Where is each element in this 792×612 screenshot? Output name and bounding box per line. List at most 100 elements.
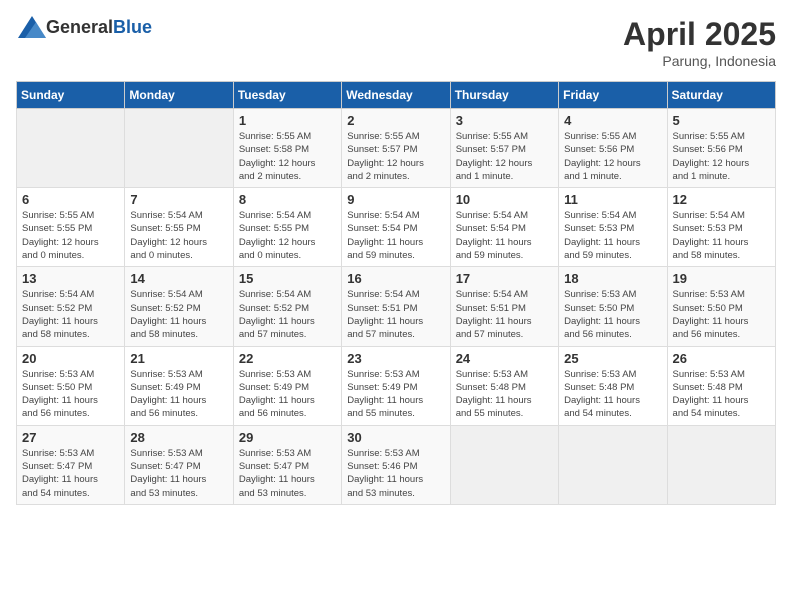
day-detail: Sunrise: 5:54 AM Sunset: 5:51 PM Dayligh… xyxy=(347,288,444,341)
day-detail: Sunrise: 5:54 AM Sunset: 5:54 PM Dayligh… xyxy=(347,209,444,262)
day-cell: 24Sunrise: 5:53 AM Sunset: 5:48 PM Dayli… xyxy=(450,346,558,425)
day-cell: 23Sunrise: 5:53 AM Sunset: 5:49 PM Dayli… xyxy=(342,346,450,425)
day-detail: Sunrise: 5:54 AM Sunset: 5:55 PM Dayligh… xyxy=(130,209,227,262)
day-number: 4 xyxy=(564,113,661,128)
day-cell: 15 Sunrise: 5:54 AM Sunset: 5:52 PM Dayli… xyxy=(233,267,341,346)
day-detail: Sunrise: 5:53 AM Sunset: 5:48 PM Dayligh… xyxy=(673,368,770,421)
day-cell: 12 Sunrise: 5:54 AM Sunset: 5:53 PM Dayli… xyxy=(667,188,775,267)
header: GeneralBlue April 2025 Parung, Indonesia xyxy=(16,16,776,69)
week-row-3: 13 Sunrise: 5:54 AM Sunset: 5:52 PM Dayli… xyxy=(17,267,776,346)
day-detail: Sunrise: 5:53 AM Sunset: 5:47 PM Dayligh… xyxy=(239,447,336,500)
day-detail: Sunrise: 5:54 AM Sunset: 5:53 PM Dayligh… xyxy=(673,209,770,262)
logo-icon xyxy=(18,16,46,38)
day-number: 25 xyxy=(564,351,661,366)
day-cell xyxy=(17,109,125,188)
col-header-wednesday: Wednesday xyxy=(342,82,450,109)
week-row-1: 1Sunrise: 5:55 AM Sunset: 5:58 PM Daylig… xyxy=(17,109,776,188)
week-row-5: 27 Sunrise: 5:53 AM Sunset: 5:47 PM Dayli… xyxy=(17,425,776,504)
day-detail: Sunrise: 5:54 AM Sunset: 5:54 PM Dayligh… xyxy=(456,209,553,262)
day-cell: 8 Sunrise: 5:54 AM Sunset: 5:55 PM Daylig… xyxy=(233,188,341,267)
day-cell: 13 Sunrise: 5:54 AM Sunset: 5:52 PM Dayli… xyxy=(17,267,125,346)
day-number: 26 xyxy=(673,351,770,366)
day-cell: 10Sunrise: 5:54 AM Sunset: 5:54 PM Dayli… xyxy=(450,188,558,267)
day-detail: Sunrise: 5:54 AM Sunset: 5:51 PM Dayligh… xyxy=(456,288,553,341)
day-detail: Sunrise: 5:53 AM Sunset: 5:47 PM Dayligh… xyxy=(22,447,119,500)
week-row-4: 20 Sunrise: 5:53 AM Sunset: 5:50 PM Dayli… xyxy=(17,346,776,425)
day-cell: 16 Sunrise: 5:54 AM Sunset: 5:51 PM Dayli… xyxy=(342,267,450,346)
day-cell: 5Sunrise: 5:55 AM Sunset: 5:56 PM Daylig… xyxy=(667,109,775,188)
day-cell: 27 Sunrise: 5:53 AM Sunset: 5:47 PM Dayli… xyxy=(17,425,125,504)
day-number: 16 xyxy=(347,271,444,286)
day-detail: Sunrise: 5:54 AM Sunset: 5:52 PM Dayligh… xyxy=(22,288,119,341)
day-number: 29 xyxy=(239,430,336,445)
day-number: 20 xyxy=(22,351,119,366)
day-detail: Sunrise: 5:53 AM Sunset: 5:50 PM Dayligh… xyxy=(22,368,119,421)
day-cell: 11 Sunrise: 5:54 AM Sunset: 5:53 PM Dayli… xyxy=(559,188,667,267)
day-number: 18 xyxy=(564,271,661,286)
col-header-monday: Monday xyxy=(125,82,233,109)
calendar-title: April 2025 xyxy=(623,16,776,53)
calendar-header: SundayMondayTuesdayWednesdayThursdayFrid… xyxy=(17,82,776,109)
logo: GeneralBlue xyxy=(16,16,152,38)
day-detail: Sunrise: 5:54 AM Sunset: 5:52 PM Dayligh… xyxy=(239,288,336,341)
day-detail: Sunrise: 5:54 AM Sunset: 5:52 PM Dayligh… xyxy=(130,288,227,341)
day-cell: 1Sunrise: 5:55 AM Sunset: 5:58 PM Daylig… xyxy=(233,109,341,188)
logo-blue: Blue xyxy=(113,17,152,37)
day-number: 8 xyxy=(239,192,336,207)
col-header-friday: Friday xyxy=(559,82,667,109)
week-row-2: 6 Sunrise: 5:55 AM Sunset: 5:55 PM Daylig… xyxy=(17,188,776,267)
col-header-saturday: Saturday xyxy=(667,82,775,109)
day-number: 21 xyxy=(130,351,227,366)
day-detail: Sunrise: 5:55 AM Sunset: 5:57 PM Dayligh… xyxy=(456,130,553,183)
day-detail: Sunrise: 5:55 AM Sunset: 5:55 PM Dayligh… xyxy=(22,209,119,262)
day-number: 22 xyxy=(239,351,336,366)
day-cell: 6 Sunrise: 5:55 AM Sunset: 5:55 PM Daylig… xyxy=(17,188,125,267)
day-detail: Sunrise: 5:55 AM Sunset: 5:57 PM Dayligh… xyxy=(347,130,444,183)
day-number: 12 xyxy=(673,192,770,207)
day-cell: 17 Sunrise: 5:54 AM Sunset: 5:51 PM Dayli… xyxy=(450,267,558,346)
day-cell: 22 Sunrise: 5:53 AM Sunset: 5:49 PM Dayli… xyxy=(233,346,341,425)
day-detail: Sunrise: 5:53 AM Sunset: 5:50 PM Dayligh… xyxy=(564,288,661,341)
day-cell: 14 Sunrise: 5:54 AM Sunset: 5:52 PM Dayli… xyxy=(125,267,233,346)
day-number: 14 xyxy=(130,271,227,286)
day-number: 24 xyxy=(456,351,553,366)
day-cell: 20 Sunrise: 5:53 AM Sunset: 5:50 PM Dayli… xyxy=(17,346,125,425)
day-detail: Sunrise: 5:53 AM Sunset: 5:49 PM Dayligh… xyxy=(239,368,336,421)
day-detail: Sunrise: 5:53 AM Sunset: 5:48 PM Dayligh… xyxy=(564,368,661,421)
day-number: 15 xyxy=(239,271,336,286)
logo-general: General xyxy=(46,17,113,37)
day-cell: 3 Sunrise: 5:55 AM Sunset: 5:57 PM Daylig… xyxy=(450,109,558,188)
day-detail: Sunrise: 5:53 AM Sunset: 5:47 PM Dayligh… xyxy=(130,447,227,500)
calendar-table: SundayMondayTuesdayWednesdayThursdayFrid… xyxy=(16,81,776,505)
day-cell: 2 Sunrise: 5:55 AM Sunset: 5:57 PM Daylig… xyxy=(342,109,450,188)
day-cell: 28 Sunrise: 5:53 AM Sunset: 5:47 PM Dayli… xyxy=(125,425,233,504)
day-detail: Sunrise: 5:54 AM Sunset: 5:53 PM Dayligh… xyxy=(564,209,661,262)
day-detail: Sunrise: 5:53 AM Sunset: 5:46 PM Dayligh… xyxy=(347,447,444,500)
day-number: 11 xyxy=(564,192,661,207)
day-number: 6 xyxy=(22,192,119,207)
day-cell: 9 Sunrise: 5:54 AM Sunset: 5:54 PM Daylig… xyxy=(342,188,450,267)
day-detail: Sunrise: 5:55 AM Sunset: 5:56 PM Dayligh… xyxy=(564,130,661,183)
day-detail: Sunrise: 5:53 AM Sunset: 5:49 PM Dayligh… xyxy=(130,368,227,421)
day-detail: Sunrise: 5:54 AM Sunset: 5:55 PM Dayligh… xyxy=(239,209,336,262)
day-number: 28 xyxy=(130,430,227,445)
day-number: 7 xyxy=(130,192,227,207)
day-number: 13 xyxy=(22,271,119,286)
day-number: 30 xyxy=(347,430,444,445)
day-number: 27 xyxy=(22,430,119,445)
day-number: 3 xyxy=(456,113,553,128)
day-cell xyxy=(667,425,775,504)
day-number: 9 xyxy=(347,192,444,207)
day-number: 2 xyxy=(347,113,444,128)
day-number: 23 xyxy=(347,351,444,366)
day-detail: Sunrise: 5:53 AM Sunset: 5:50 PM Dayligh… xyxy=(673,288,770,341)
day-number: 17 xyxy=(456,271,553,286)
day-cell xyxy=(125,109,233,188)
day-cell: 19 Sunrise: 5:53 AM Sunset: 5:50 PM Dayli… xyxy=(667,267,775,346)
day-cell: 18 Sunrise: 5:53 AM Sunset: 5:50 PM Dayli… xyxy=(559,267,667,346)
day-cell: 21 Sunrise: 5:53 AM Sunset: 5:49 PM Dayli… xyxy=(125,346,233,425)
col-header-tuesday: Tuesday xyxy=(233,82,341,109)
day-number: 19 xyxy=(673,271,770,286)
day-cell: 7 Sunrise: 5:54 AM Sunset: 5:55 PM Daylig… xyxy=(125,188,233,267)
day-number: 5 xyxy=(673,113,770,128)
